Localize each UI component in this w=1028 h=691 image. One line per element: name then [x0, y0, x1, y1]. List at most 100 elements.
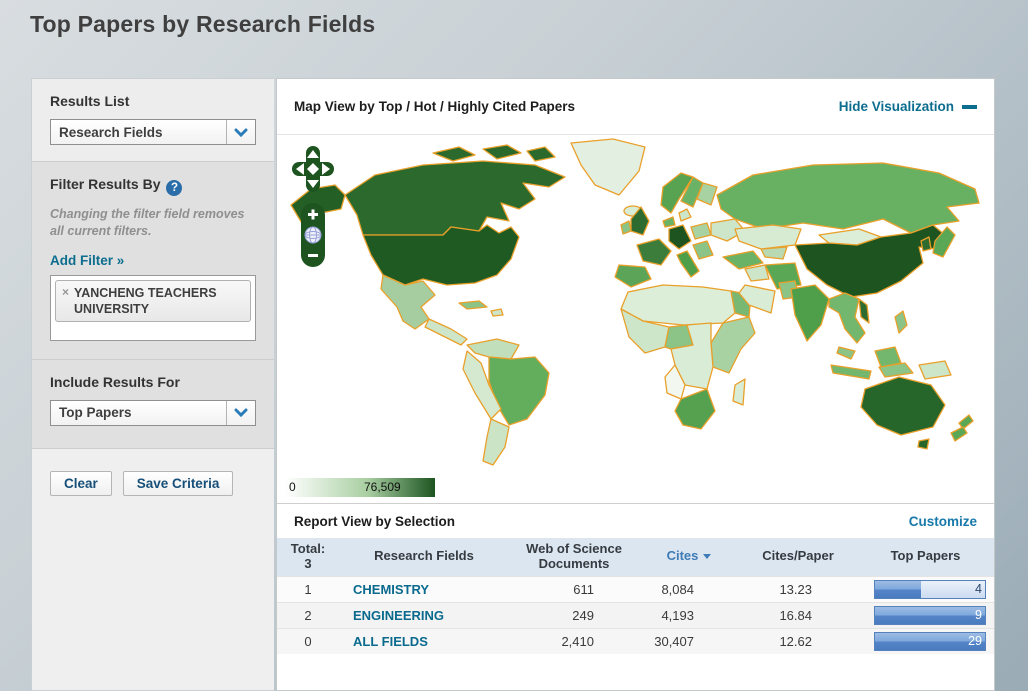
map-country-france: [637, 239, 671, 265]
page-title: Top Papers by Research Fields: [0, 0, 1028, 78]
map-country-greenland: [571, 139, 645, 195]
map-country-australia: [861, 377, 945, 435]
zoom-out-icon: [308, 254, 318, 257]
table-row: 2 ENGINEERING 249 4,193 16.84 9: [277, 602, 994, 628]
top-papers-bar: 4: [874, 580, 986, 599]
map-asia[interactable]: [717, 163, 979, 379]
map-country-ireland: [621, 221, 631, 234]
map-country-colombia-venezuela: [467, 339, 519, 359]
map-country-poland: [691, 223, 711, 239]
filter-label: Filter Results By?: [50, 176, 256, 196]
help-icon[interactable]: ?: [166, 180, 182, 196]
world-map[interactable]: [283, 137, 989, 469]
customize-link[interactable]: Customize: [909, 514, 977, 529]
col-header-cites[interactable]: Cites: [639, 538, 739, 576]
map-view-header: Map View by Top / Hot / Highly Cited Pape…: [277, 79, 994, 135]
map-area: 0 76,509: [277, 135, 994, 503]
map-country-russia: [717, 163, 979, 233]
row-cites: 30,407: [639, 628, 739, 654]
results-list-dropdown[interactable]: Research Fields: [50, 119, 256, 145]
col-header-top-papers[interactable]: Top Papers: [857, 538, 994, 576]
color-scale-legend: 0 76,509: [285, 478, 435, 497]
pan-control[interactable]: [291, 145, 335, 193]
map-south-america[interactable]: [463, 339, 549, 465]
map-country-malaysia: [837, 347, 855, 359]
row-documents: 249: [509, 602, 639, 628]
sidebar-actions: Clear Save Criteria: [32, 449, 274, 690]
map-region-new-guinea: [919, 361, 951, 379]
content: Results List Research Fields Filter Resu…: [31, 78, 995, 691]
col-header-research-fields[interactable]: Research Fields: [339, 538, 509, 576]
bar-fill: [875, 581, 921, 598]
map-country-madagascar: [733, 379, 745, 405]
map-country-italy: [677, 251, 699, 277]
hide-visualization-label: Hide Visualization: [839, 99, 954, 114]
map-africa[interactable]: [621, 285, 755, 429]
minus-icon: [962, 105, 977, 109]
field-link-all-fields[interactable]: ALL FIELDS: [353, 634, 428, 649]
map-country-cuba: [459, 301, 487, 309]
total-header: Total: 3: [277, 538, 339, 576]
row-top-papers: 4: [857, 576, 994, 602]
map-country-germany: [669, 225, 691, 249]
add-filter-link[interactable]: Add Filter »: [50, 253, 124, 268]
map-country-brazil: [489, 357, 549, 425]
bar-fill: [875, 607, 985, 624]
col-header-cites-per-paper[interactable]: Cites/Paper: [739, 538, 857, 576]
clear-button[interactable]: Clear: [50, 471, 112, 496]
row-top-papers: 9: [857, 602, 994, 628]
row-top-papers: 29: [857, 628, 994, 654]
bar-value: 4: [975, 582, 982, 596]
total-value: 3: [281, 557, 335, 572]
remove-filter-icon[interactable]: ×: [62, 285, 69, 301]
table-header-row: Total: 3 Research Fields Web of Science …: [277, 538, 994, 576]
filter-tag-label: YANCHENG TEACHERS UNIVERSITY: [74, 285, 244, 318]
include-results-dropdown[interactable]: Top Papers: [50, 400, 256, 426]
row-rank: 0: [277, 628, 339, 654]
map-view-title: Map View by Top / Hot / Highly Cited Pape…: [294, 99, 575, 114]
row-cites-per-paper: 13.23: [739, 576, 857, 602]
row-rank: 1: [277, 576, 339, 602]
row-field: ENGINEERING: [339, 602, 509, 628]
row-documents: 2,410: [509, 628, 639, 654]
map-view-title-prefix: Map View by: [294, 99, 375, 114]
row-field: ALL FIELDS: [339, 628, 509, 654]
chevron-down-icon[interactable]: [226, 120, 255, 144]
map-oceania[interactable]: [861, 377, 973, 449]
legend-max-label: 76,509: [364, 480, 401, 494]
row-cites: 4,193: [639, 602, 739, 628]
sort-triangle-icon[interactable]: [703, 554, 711, 559]
top-papers-bar: 9: [874, 606, 986, 625]
bar-value: 29: [968, 634, 982, 648]
chevron-down-icon[interactable]: [226, 401, 255, 425]
save-criteria-button[interactable]: Save Criteria: [123, 471, 234, 496]
map-region-balkans: [693, 241, 713, 259]
zoom-control[interactable]: [300, 202, 326, 268]
row-documents: 611: [509, 576, 639, 602]
row-cites-per-paper: 12.62: [739, 628, 857, 654]
include-results-section: Include Results For Top Papers: [32, 360, 274, 449]
col-header-documents[interactable]: Web of Science Documents: [509, 538, 639, 576]
map-controls: [291, 145, 335, 268]
hide-visualization-link[interactable]: Hide Visualization: [839, 99, 977, 114]
sidebar: Results List Research Fields Filter Resu…: [31, 78, 274, 691]
report-view-title: Report View by Selection: [294, 514, 455, 529]
table-row: 0 ALL FIELDS 2,410 30,407 12.62 29: [277, 628, 994, 654]
main-panel: Map View by Top / Hot / Highly Cited Pape…: [276, 78, 995, 691]
cites-sort-label[interactable]: Cites: [667, 548, 699, 563]
row-cites: 8,084: [639, 576, 739, 602]
field-link-engineering[interactable]: ENGINEERING: [353, 608, 444, 623]
map-view-title-value: Top / Hot / Highly Cited Papers: [379, 99, 575, 114]
map-country-spain: [615, 265, 651, 287]
map-north-america[interactable]: [291, 139, 645, 345]
filter-label-text: Filter Results By: [50, 176, 160, 192]
results-list-label: Results List: [50, 93, 256, 109]
results-list-section: Results List Research Fields: [32, 79, 274, 162]
bar-value: 9: [975, 608, 982, 622]
filter-box: × YANCHENG TEACHERS UNIVERSITY: [50, 275, 256, 341]
include-results-label: Include Results For: [50, 374, 256, 390]
filter-section: Filter Results By? Changing the filter f…: [32, 162, 274, 360]
map-region-tasmania: [918, 439, 929, 449]
field-link-chemistry[interactable]: CHEMISTRY: [353, 582, 429, 597]
filter-tag[interactable]: × YANCHENG TEACHERS UNIVERSITY: [55, 280, 251, 323]
